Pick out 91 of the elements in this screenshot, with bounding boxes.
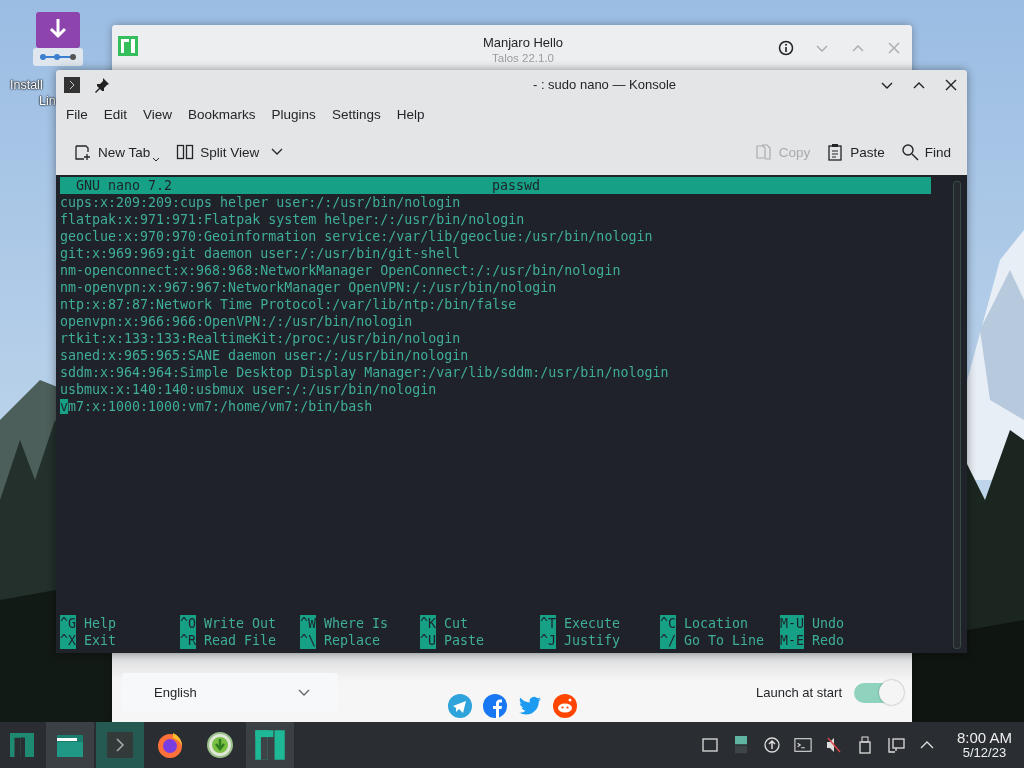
shortcut-key: ^O — [180, 615, 196, 632]
alien-face-icon[interactable] — [553, 693, 577, 718]
find-button[interactable]: Find — [892, 139, 959, 165]
shortcut-key: ^R — [180, 632, 196, 649]
toggle-switch[interactable] — [854, 682, 902, 703]
shortcut-key: ^J — [540, 632, 556, 649]
launch-at-start-label: Launch at start — [756, 685, 842, 700]
menu-item[interactable]: Help — [388, 106, 433, 122]
shortcut-label: Justify — [564, 632, 621, 649]
caret-icon — [152, 156, 161, 162]
shortcut-key: ^/ — [660, 632, 676, 649]
menu-item[interactable]: Settings — [323, 106, 389, 122]
paste-button[interactable]: Paste — [818, 139, 893, 165]
desktop-icon-label: Install — [10, 78, 43, 92]
shortcut-label: Undo — [812, 615, 845, 632]
text-line: geoclue:x:970:970:Geoinformation service:/var/lib/geoclue:/usr/bin/nologin — [60, 228, 654, 245]
menu-item[interactable]: View — [135, 106, 181, 122]
new-tab-icon — [74, 143, 92, 161]
installer-icon[interactable] — [33, 12, 83, 68]
shortcut-label: Go To Line — [684, 632, 765, 649]
terminal-icon — [64, 76, 80, 93]
shortcut-key: ^U — [420, 632, 436, 649]
text-line: usbmux:x:140:140:usbmux user:/:/usr/bin/nologin — [60, 381, 438, 398]
shortcut-key: ^C — [660, 615, 676, 632]
scrollbar[interactable] — [953, 181, 961, 649]
copy-icon — [754, 143, 773, 161]
pin-icon[interactable] — [94, 76, 110, 93]
clock-time[interactable]: 8:00 AM — [956, 730, 1012, 745]
info-icon[interactable] — [778, 40, 794, 56]
shortcut-label: Write Out — [204, 615, 277, 632]
shortcut-label: Exit — [84, 632, 117, 649]
manjaro-logo-icon — [118, 36, 138, 56]
text-line: cups:x:209:209:cups helper user:/:/usr/bin/nologin — [60, 194, 462, 211]
network-icon[interactable] — [886, 736, 905, 754]
text-line: openvpn:x:966:966:OpenVPN:/:/usr/bin/nologin — [60, 313, 414, 330]
shortcut-label: Execute — [564, 615, 621, 632]
window-icon[interactable] — [700, 736, 719, 754]
split-view-icon — [176, 143, 195, 161]
update-icon[interactable] — [762, 736, 781, 754]
shortcut-label: Paste — [444, 632, 485, 649]
text-line: rtkit:x:133:133:RealtimeKit:/proc:/usr/bin/nologin — [60, 330, 462, 347]
text-line: git:x:969:969:git daemon user:/:/usr/bin/git-shell — [60, 245, 462, 262]
desktop-icon-label: Lin — [39, 94, 56, 108]
shortcut-key: M-E — [780, 632, 805, 649]
terminal-icon — [105, 730, 135, 760]
terminal-icon[interactable] — [793, 736, 812, 754]
download-icon — [205, 730, 235, 760]
shortcut-label: Location — [684, 615, 749, 632]
shortcut-key: ^X — [60, 632, 76, 649]
menu-item[interactable]: Plugins — [263, 106, 324, 122]
manjaro-logo-icon — [253, 728, 287, 762]
text-line: sddm:x:964:964:Simple Desktop Display Manager:/var/lib/sddm:/usr/bin/nologin — [60, 364, 670, 381]
shortcut-key: ^G — [60, 615, 76, 632]
files-task[interactable] — [46, 722, 94, 768]
file-name: passwd — [492, 177, 541, 194]
chevron-down-icon — [271, 148, 284, 156]
paper-plane-icon[interactable] — [448, 693, 472, 718]
text-line: nm-openvpn:x:967:967:NetworkManager OpenVPN:/:/usr/bin/nologin — [60, 279, 558, 296]
text-line: flatpak:x:971:971:Flatpak system helper:/:/usr/bin/nologin — [60, 211, 526, 228]
shortcut-label: Where Is — [324, 615, 389, 632]
shortcut-key: ^\ — [300, 632, 316, 649]
menu-item[interactable]: File — [58, 106, 96, 122]
manjaro-logo-icon — [7, 730, 37, 760]
muted-speaker-icon[interactable] — [824, 736, 843, 754]
shortcut-label: Redo — [812, 632, 845, 649]
shortcut-label: Replace — [324, 632, 381, 649]
shortcut-key: ^W — [300, 615, 316, 632]
chevron-down-icon — [298, 688, 310, 697]
clock-date[interactable]: 5/12/23 — [962, 745, 1007, 760]
nano-version: GNU nano 7.2 — [76, 177, 174, 194]
shortcut-label: Read File — [204, 632, 277, 649]
text-line: saned:x:965:965:SANE daemon user:/:/usr/bin/nologin — [60, 347, 470, 364]
shortcut-key: ^T — [540, 615, 556, 632]
shortcut-key: M-U — [780, 615, 805, 632]
split-view-button[interactable]: Split View — [168, 139, 292, 165]
hello-task[interactable] — [246, 722, 294, 768]
menu-item[interactable]: Bookmarks — [180, 106, 264, 122]
clipboard-icon — [826, 143, 845, 161]
window-title: - : sudo nano — Konsole — [531, 77, 678, 92]
window-title: Manjaro Hello — [482, 34, 564, 50]
menu-item[interactable]: Edit — [95, 106, 136, 122]
shortcut-label: Help — [84, 615, 117, 632]
shortcut-label: Cut — [444, 615, 469, 632]
f-logo-icon[interactable] — [483, 693, 507, 718]
new-tab-button[interactable]: New Tab — [66, 138, 169, 166]
text-line: nm-openconnect:x:968:968:NetworkManager OpenConnect:/:/usr/bin/nologin — [60, 262, 622, 279]
fox-globe-icon — [155, 730, 185, 760]
window-subtitle: Talos 22.1.0 — [492, 51, 554, 64]
shortcut-key: ^K — [420, 615, 436, 632]
text-line: ntp:x:87:87:Network Time Protocol:/var/lib/ntp:/bin/false — [60, 296, 518, 313]
search-icon — [900, 143, 919, 161]
